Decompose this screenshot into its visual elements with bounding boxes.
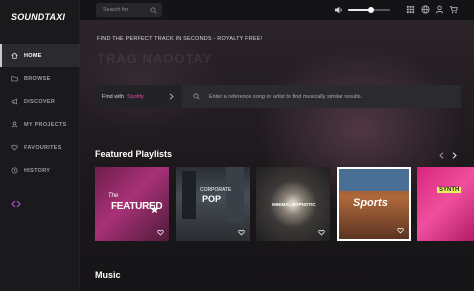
sidebar-item-label: BROWSE [24, 75, 51, 82]
account-icon[interactable] [435, 5, 444, 14]
sidebar-item-browse[interactable]: BROWSE [0, 67, 80, 90]
search-icon[interactable] [150, 6, 157, 14]
building-graphic [226, 167, 244, 222]
megaphone-icon [11, 98, 17, 105]
carousel-prev-icon[interactable] [439, 152, 444, 159]
user-icon [11, 121, 18, 128]
playlist-card-featured[interactable]: The FEATURED [95, 167, 169, 241]
volume-slider[interactable] [348, 7, 390, 13]
search-placeholder: Search for [103, 7, 129, 13]
playlist-card-minimal-hypnotic[interactable]: MINIMAL HYPNOTIC [256, 167, 330, 241]
sidebar-item-home[interactable]: HOME [0, 44, 80, 67]
playlist-card-sub: POP [202, 194, 222, 204]
chevron-right-icon [169, 93, 174, 100]
sidebar-item-my-projects[interactable]: MY PROJECTS [0, 113, 80, 136]
sidebar-item-history[interactable]: HISTORY [0, 159, 80, 182]
find-with-spotify-button[interactable]: Find with Spotify [95, 85, 182, 108]
building-graphic [182, 171, 196, 219]
reference-search-placeholder: Enter a reference song or artist to find… [209, 93, 363, 100]
sky-graphic [339, 169, 409, 191]
music-section-title: Music [95, 270, 121, 280]
playlist-card-label: MINIMAL HYPNOTIC [272, 202, 316, 207]
search-icon [193, 93, 200, 100]
playlist-card-label: CORPORATE [200, 187, 232, 193]
grid-icon[interactable] [406, 5, 415, 14]
playlist-card-sub: The [108, 193, 119, 199]
hero-tagline: FIND THE PERFECT TRACK IN SECONDS - ROYA… [97, 36, 263, 42]
hero-headline: TRAG NAOOTAY [97, 51, 213, 66]
clock-icon [11, 167, 18, 174]
playlist-card-label: SYNTH [437, 187, 462, 193]
volume-icon[interactable] [334, 6, 343, 14]
search-input[interactable]: Search for [96, 3, 162, 17]
favourite-heart-icon[interactable] [238, 229, 245, 236]
spotify-label: Spotify [127, 93, 144, 100]
home-icon [11, 52, 18, 59]
sidebar-item-label: HISTORY [24, 167, 51, 174]
globe-icon[interactable] [421, 5, 430, 14]
sidebar-item-label: DISCOVER [24, 98, 56, 105]
playlist-card-sports[interactable]: Sports [337, 167, 411, 241]
folder-icon [11, 76, 18, 82]
sidebar-nav: HOME BROWSE DISCOVER MY PROJECTS FAVOURI… [0, 44, 80, 182]
playlist-card-label: Sports [353, 197, 388, 209]
playlist-card-synth[interactable]: SYNTH [417, 167, 474, 241]
playlist-card-corporate-pop[interactable]: CORPORATE POP [176, 167, 250, 241]
logo[interactable]: SOUNDTAXI [11, 12, 65, 22]
sidebar-item-label: HOME [24, 52, 42, 59]
favourite-heart-icon[interactable] [397, 227, 404, 234]
sidebar-item-discover[interactable]: DISCOVER [0, 90, 80, 113]
find-with-label: Find with [102, 93, 125, 100]
heart-icon [11, 144, 18, 151]
sidebar: SOUNDTAXI HOME BROWSE DISCOVER MY PROJEC… [0, 0, 80, 291]
sidebar-item-favourites[interactable]: FAVOURITES [0, 136, 80, 159]
collapse-arrows-icon[interactable] [11, 199, 21, 209]
reference-search-input[interactable]: Enter a reference song or artist to find… [182, 85, 461, 108]
sidebar-item-label: FAVOURITES [24, 144, 62, 151]
favourite-heart-icon[interactable] [157, 229, 164, 236]
sidebar-item-label: MY PROJECTS [24, 121, 67, 128]
top-bar: Search for [80, 0, 474, 20]
featured-playlists-title: Featured Playlists [95, 149, 173, 159]
cart-icon[interactable] [449, 5, 458, 14]
star-icon [150, 205, 159, 214]
favourite-heart-icon[interactable] [318, 229, 325, 236]
carousel-next-icon[interactable] [452, 152, 457, 159]
volume-slider-handle[interactable] [368, 7, 375, 13]
reference-search-bar: Find with Spotify Enter a reference song… [95, 85, 461, 108]
